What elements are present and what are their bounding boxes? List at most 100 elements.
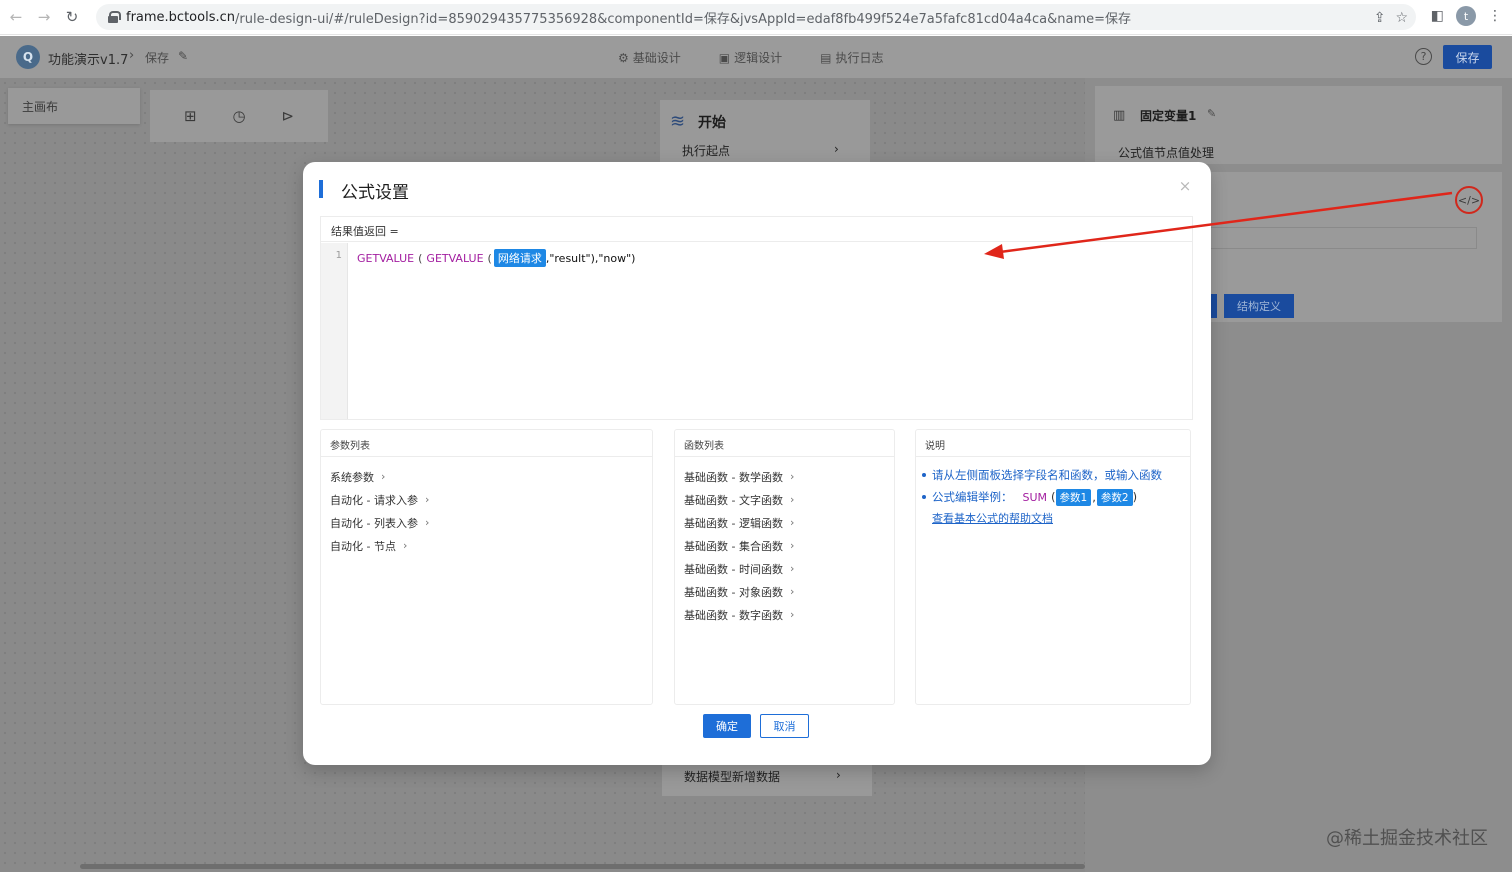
help-icon[interactable]: ? xyxy=(1415,48,1432,65)
property-subtitle: 公式值节点值处理 xyxy=(1118,146,1215,160)
tab-basic-design[interactable]: ⚙ 基础设计 xyxy=(618,49,681,66)
help-doc-link[interactable]: 查看基本公式的帮助文档 xyxy=(932,508,1181,528)
chevron-right-icon: › xyxy=(789,585,795,598)
functions-item[interactable]: 基础函数 - 逻辑函数 › xyxy=(684,511,885,534)
package-icon[interactable]: ⊞ xyxy=(184,107,197,125)
code-line[interactable]: GETVALUE ( GETVALUE ( 网络请求 ,"result"),"n… xyxy=(357,249,635,267)
description-panel: 说明 请从左侧面板选择字段名和函数，或输入函数 公式编辑举例： SUM ( 参数… xyxy=(915,429,1191,705)
confirm-button[interactable]: 确定 xyxy=(703,714,751,738)
chevron-right-icon: › xyxy=(789,470,795,483)
example-param1: 参数1 xyxy=(1055,488,1092,506)
layers-icon: ≋ xyxy=(670,111,686,132)
example-sep: , xyxy=(1092,490,1096,504)
function-token: GETVALUE xyxy=(357,251,415,265)
canvas-toolbar: ⊞ ◷ ⊳ xyxy=(150,90,328,142)
profile-avatar[interactable]: t xyxy=(1456,6,1476,26)
dialog-title: 公式设置 xyxy=(341,183,409,203)
canvas-tab-main[interactable]: 主画布 xyxy=(8,88,140,124)
chevron-right-icon: › xyxy=(789,539,795,552)
bookmark-star-icon[interactable]: ☆ xyxy=(1395,10,1408,26)
chevron-right-icon: › xyxy=(402,539,408,552)
edit-icon[interactable]: ✎ xyxy=(1207,107,1216,120)
params-panel: 参数列表 系统参数 › 自动化 - 请求入参 › 自动化 - 列表入参 › 自动化 - 节点… xyxy=(320,429,653,705)
play-icon[interactable]: ⊳ xyxy=(281,107,294,125)
chevron-right-icon: › xyxy=(789,516,795,529)
tab-label: 执行日志 xyxy=(835,51,884,65)
example-param2: 参数2 xyxy=(1096,488,1133,506)
logic-icon: ▣ xyxy=(718,51,731,65)
functions-item-label: 基础函数 - 数字函数 xyxy=(684,608,783,622)
reload-icon[interactable]: ↻ xyxy=(60,5,84,29)
breadcrumb: 保存 xyxy=(145,51,170,65)
data-model-node-label: 数据模型新增数据 xyxy=(684,770,781,784)
function-token: GETVALUE xyxy=(426,251,484,265)
url-path: /rule-design-ui/#/ruleDesign?id=85902943… xyxy=(235,11,1132,27)
example-close: ) xyxy=(1132,490,1138,504)
address-bar[interactable]: frame.bctools.cn/rule-design-ui/#/ruleDe… xyxy=(96,4,1416,30)
editor-header: 结果值返回 = xyxy=(321,217,1192,242)
functions-item-label: 基础函数 - 对象函数 xyxy=(684,585,783,599)
back-icon[interactable]: ← xyxy=(4,5,28,29)
code-icon[interactable]: </> xyxy=(1455,186,1483,214)
params-item[interactable]: 自动化 - 请求入参 › xyxy=(330,488,643,511)
property-header: ▥ 固定变量1 ✎ 公式值节点值处理 xyxy=(1095,86,1502,164)
chevron-right-icon: › xyxy=(424,493,430,506)
tab-label: 逻辑设计 xyxy=(734,51,783,65)
property-title: 固定变量1 xyxy=(1140,109,1197,123)
params-item[interactable]: 自动化 - 节点 › xyxy=(330,534,643,557)
panel-icon: ▥ xyxy=(1113,108,1126,123)
chevron-right-icon: › xyxy=(381,470,386,483)
url-domain: frame.bctools.cn xyxy=(126,9,235,25)
cancel-button[interactable]: 取消 xyxy=(760,714,809,738)
chevron-right-icon: › xyxy=(789,493,795,506)
functions-header: 函数列表 xyxy=(675,430,894,457)
example-prefix: 公式编辑举例： xyxy=(932,490,1013,504)
chevron-right-icon: › xyxy=(129,48,135,63)
struct-define-button[interactable]: 结构定义 xyxy=(1224,294,1294,318)
lock-icon xyxy=(108,11,121,23)
line-number: 1 xyxy=(335,250,342,261)
title-accent xyxy=(319,180,323,198)
app-title: 功能演示v1.7 xyxy=(48,53,129,68)
forward-icon[interactable]: → xyxy=(32,5,56,29)
clock-icon[interactable]: ◷ xyxy=(232,107,245,125)
functions-item[interactable]: 基础函数 - 集合函数 › xyxy=(684,534,885,557)
chevron-right-icon: › xyxy=(836,768,841,782)
sidepanel-icon[interactable]: ◧ xyxy=(1431,8,1444,24)
field-tag[interactable]: 网络请求 xyxy=(493,249,546,267)
horizontal-scrollbar[interactable] xyxy=(80,864,1085,869)
params-item-label: 自动化 - 列表入参 xyxy=(330,516,418,530)
watermark: @稀土掘金技术社区 xyxy=(1326,828,1488,849)
menu-dots-icon[interactable]: ⋮ xyxy=(1488,8,1502,24)
tab-logic-design[interactable]: ▣ 逻辑设计 xyxy=(719,49,782,66)
params-header: 参数列表 xyxy=(321,430,652,457)
functions-item-label: 基础函数 - 数学函数 xyxy=(684,470,783,484)
edit-icon[interactable]: ✎ xyxy=(178,49,188,63)
functions-item[interactable]: 基础函数 - 数字函数 › xyxy=(684,603,885,626)
chevron-right-icon: › xyxy=(789,608,795,621)
params-item-label: 自动化 - 节点 xyxy=(330,539,396,553)
paren-token: ( xyxy=(418,251,423,265)
save-button[interactable]: 保存 xyxy=(1443,45,1492,69)
formula-editor[interactable]: 结果值返回 = 1 GETVALUE ( GETVALUE ( 网络请求 ,"r… xyxy=(320,216,1193,420)
example-function: SUM xyxy=(1022,490,1048,504)
example-open: ( xyxy=(1051,490,1056,504)
functions-item[interactable]: 基础函数 - 对象函数 › xyxy=(684,580,885,603)
description-line: 请从左侧面板选择字段名和函数，或输入函数 xyxy=(919,464,1181,486)
tab-execution-log[interactable]: ▤ 执行日志 xyxy=(820,49,883,66)
params-item[interactable]: 系统参数 › xyxy=(330,465,643,488)
bullet-icon xyxy=(922,473,926,477)
string-args: ,"result"),"now") xyxy=(545,251,636,265)
formula-dialog: 公式设置 × 结果值返回 = 1 GETVALUE ( GETVALUE ( 网… xyxy=(303,162,1211,765)
chevron-right-icon: › xyxy=(834,142,839,156)
functions-item[interactable]: 基础函数 - 时间函数 › xyxy=(684,557,885,580)
params-item[interactable]: 自动化 - 列表入参 › xyxy=(330,511,643,534)
close-icon[interactable]: × xyxy=(1177,177,1193,195)
share-icon[interactable]: ⇪ xyxy=(1374,10,1386,26)
settings-icon: ⚙ xyxy=(618,51,629,65)
functions-item[interactable]: 基础函数 - 数学函数 › xyxy=(684,465,885,488)
functions-item[interactable]: 基础函数 - 文字函数 › xyxy=(684,488,885,511)
formula-field[interactable] xyxy=(1209,227,1477,249)
paren-token: ( xyxy=(487,251,492,265)
browser-toolbar: ← → ↻ frame.bctools.cn/rule-design-ui/#/… xyxy=(0,0,1512,35)
